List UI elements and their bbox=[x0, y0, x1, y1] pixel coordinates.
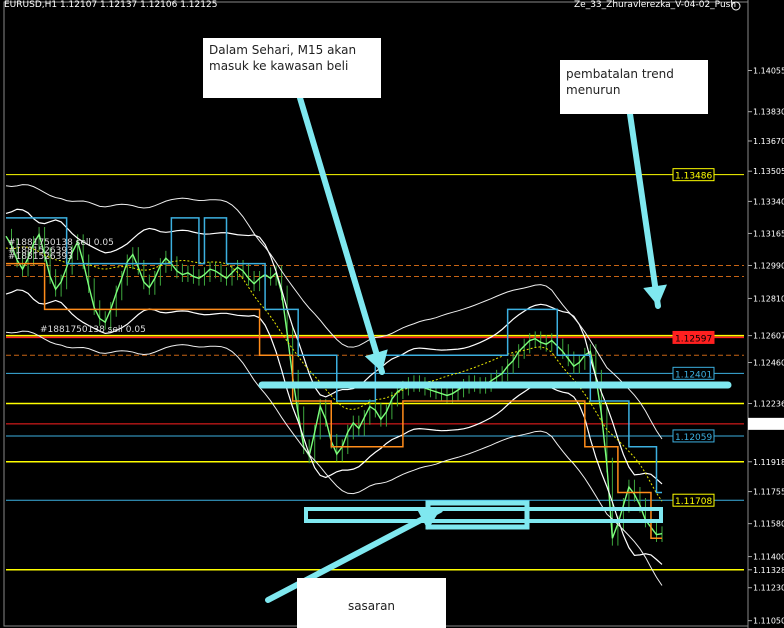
price-tick-label: 1.12810 bbox=[753, 294, 784, 303]
price-tick-label: 1.13165 bbox=[753, 229, 784, 238]
level-price-label: 1.12401 bbox=[675, 370, 712, 380]
level-price-label: 1.12059 bbox=[675, 433, 712, 443]
price-tick-label: 1.12607 bbox=[753, 332, 784, 341]
price-tick-label: 1.11918 bbox=[753, 458, 784, 467]
target-note: sasaran bbox=[297, 578, 446, 628]
price-tick-label: 1.12236 bbox=[753, 400, 784, 409]
price-tick-label: 1.14055 bbox=[753, 66, 784, 75]
price-tick-label: 1.11050 bbox=[753, 617, 784, 626]
price-tick-label: 1.11400 bbox=[753, 553, 784, 562]
price-tick-label: 1.11328 bbox=[753, 566, 784, 575]
outer-envelope-band bbox=[5, 330, 663, 586]
price-tick-label: 1.11230 bbox=[753, 584, 784, 593]
reversal-note: pembatalan trend menurun bbox=[560, 60, 708, 114]
envelope-band bbox=[5, 208, 663, 485]
price-tick-label: 1.11755 bbox=[753, 488, 784, 497]
price-tick-label: 1.13505 bbox=[753, 167, 784, 176]
entry-note: Dalam Sehari, M15 akan masuk ke kawasan … bbox=[203, 38, 381, 98]
price-tick-label: 1.12460 bbox=[753, 359, 784, 368]
price-tick-label: 1.13830 bbox=[753, 108, 784, 117]
level-price-label: 1.13486 bbox=[675, 172, 712, 182]
symbol-info: EURUSD,H1 1.12107 1.12137 1.12106 1.1212… bbox=[4, 0, 218, 10]
order-label: #1881526393 bbox=[8, 252, 73, 262]
trailing-support-line bbox=[6, 262, 662, 540]
price-tick-label: 1.11580 bbox=[753, 520, 784, 529]
entry-arrow bbox=[297, 95, 385, 375]
reversal-arrow bbox=[627, 111, 661, 309]
price-tick-label: 1.13670 bbox=[753, 137, 784, 146]
expert-name: Ze_33_Zhuravlerezka_V-04-02_Push bbox=[574, 0, 737, 10]
dotted-moving-average bbox=[5, 246, 663, 502]
current-price-box bbox=[748, 417, 784, 430]
order-label: #1881750138 sell 0.05 bbox=[40, 325, 146, 335]
level-price-label: 1.12597 bbox=[675, 334, 712, 344]
level-price-label: 1.11708 bbox=[675, 497, 712, 507]
target-zone-center bbox=[425, 500, 530, 530]
trading-chart-screen: 1.14055 1.13830 1.13670 1.13505 1.13340 1.131… bbox=[0, 0, 784, 628]
price-tick-label: 1.12990 bbox=[753, 261, 784, 270]
price-tick-label: 1.13340 bbox=[753, 197, 784, 206]
